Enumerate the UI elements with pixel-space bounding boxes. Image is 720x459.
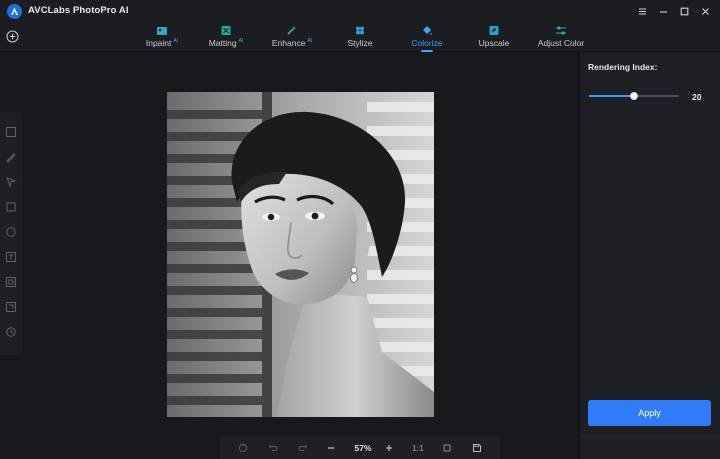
upscale-icon [489, 26, 499, 35]
tab-stylize[interactable]: Stylize [342, 24, 378, 52]
zoom-in-icon[interactable] [382, 441, 395, 454]
menu-icon[interactable] [634, 3, 651, 20]
zoom-toolbar: 57% 1:1 [220, 436, 500, 459]
zoom-out-icon[interactable] [324, 441, 337, 454]
reset-icon[interactable] [236, 441, 249, 454]
tab-enhance[interactable]: Enhance AI [272, 24, 312, 52]
window-controls [634, 3, 714, 20]
ellipse-icon[interactable] [5, 226, 17, 238]
minimize-icon[interactable] [655, 3, 672, 20]
rectangle-icon[interactable] [5, 201, 17, 213]
tab-label: Inpaint [145, 38, 172, 48]
save-icon[interactable] [470, 441, 483, 454]
fit-icon[interactable] [440, 441, 453, 454]
text-icon[interactable] [5, 251, 17, 263]
tab-label: Colorize [411, 38, 443, 48]
tab-label: Enhance [271, 38, 306, 48]
portrait-image [167, 92, 434, 417]
app-title: AVCLabs PhotoPro AI [28, 5, 129, 16]
close-icon[interactable] [697, 3, 714, 20]
ai-badge: AI [173, 38, 179, 44]
enhance-icon [287, 26, 296, 35]
tab-label: Adjust Color [537, 38, 585, 48]
actual-size-button[interactable]: 1:1 [408, 441, 428, 454]
tab-upscale[interactable]: Upscale [474, 24, 514, 52]
select-icon[interactable] [5, 126, 17, 138]
tab-adjust-color[interactable]: Adjust Color [535, 24, 587, 52]
tab-label: Upscale [478, 38, 510, 48]
colorize-settings-panel: Rendering Index: 20 Apply [579, 52, 720, 459]
add-file-icon[interactable] [6, 30, 19, 43]
matting-icon [221, 26, 231, 35]
stylize-icon [356, 26, 364, 35]
maximize-icon[interactable] [676, 3, 693, 20]
slider-thumb[interactable] [630, 92, 638, 100]
ai-badge: AI [307, 38, 313, 44]
crop-icon[interactable] [5, 301, 17, 313]
inpaint-icon [157, 27, 167, 35]
copy-icon[interactable] [5, 276, 17, 288]
left-toolbar [0, 112, 22, 355]
title-bar: AVCLabs PhotoPro AI [0, 0, 720, 24]
redo-icon[interactable] [296, 441, 309, 454]
zoom-level: 57% [354, 442, 372, 453]
colorize-icon [423, 26, 432, 35]
tab-colorize[interactable]: Colorize [407, 24, 447, 52]
history-icon[interactable] [5, 326, 17, 338]
ai-badge: AI [238, 38, 244, 44]
rendering-index-value: 20 [692, 92, 702, 102]
slider-fill [589, 95, 634, 97]
panel-divider [580, 436, 720, 437]
tab-label: Matting [208, 38, 237, 48]
lasso-icon[interactable] [5, 176, 17, 188]
tab-matting[interactable]: Matting AI [206, 24, 246, 52]
avclabs-logo-icon [7, 4, 22, 19]
tab-label: Stylize [347, 38, 373, 48]
photo-canvas[interactable] [167, 92, 434, 417]
rendering-index-slider[interactable] [589, 92, 679, 100]
brush-icon[interactable] [5, 151, 17, 163]
undo-icon[interactable] [266, 441, 279, 454]
feature-tabs: Inpaint AI Matting AI Enhance AI Stylize Co… [0, 24, 720, 52]
apply-button[interactable]: Apply [588, 400, 711, 426]
tab-inpaint[interactable]: Inpaint AI [142, 24, 182, 52]
adjust-color-icon [556, 26, 566, 35]
canvas-area: 57% 1:1 [0, 52, 579, 459]
rendering-index-label: Rendering Index: [588, 62, 658, 72]
